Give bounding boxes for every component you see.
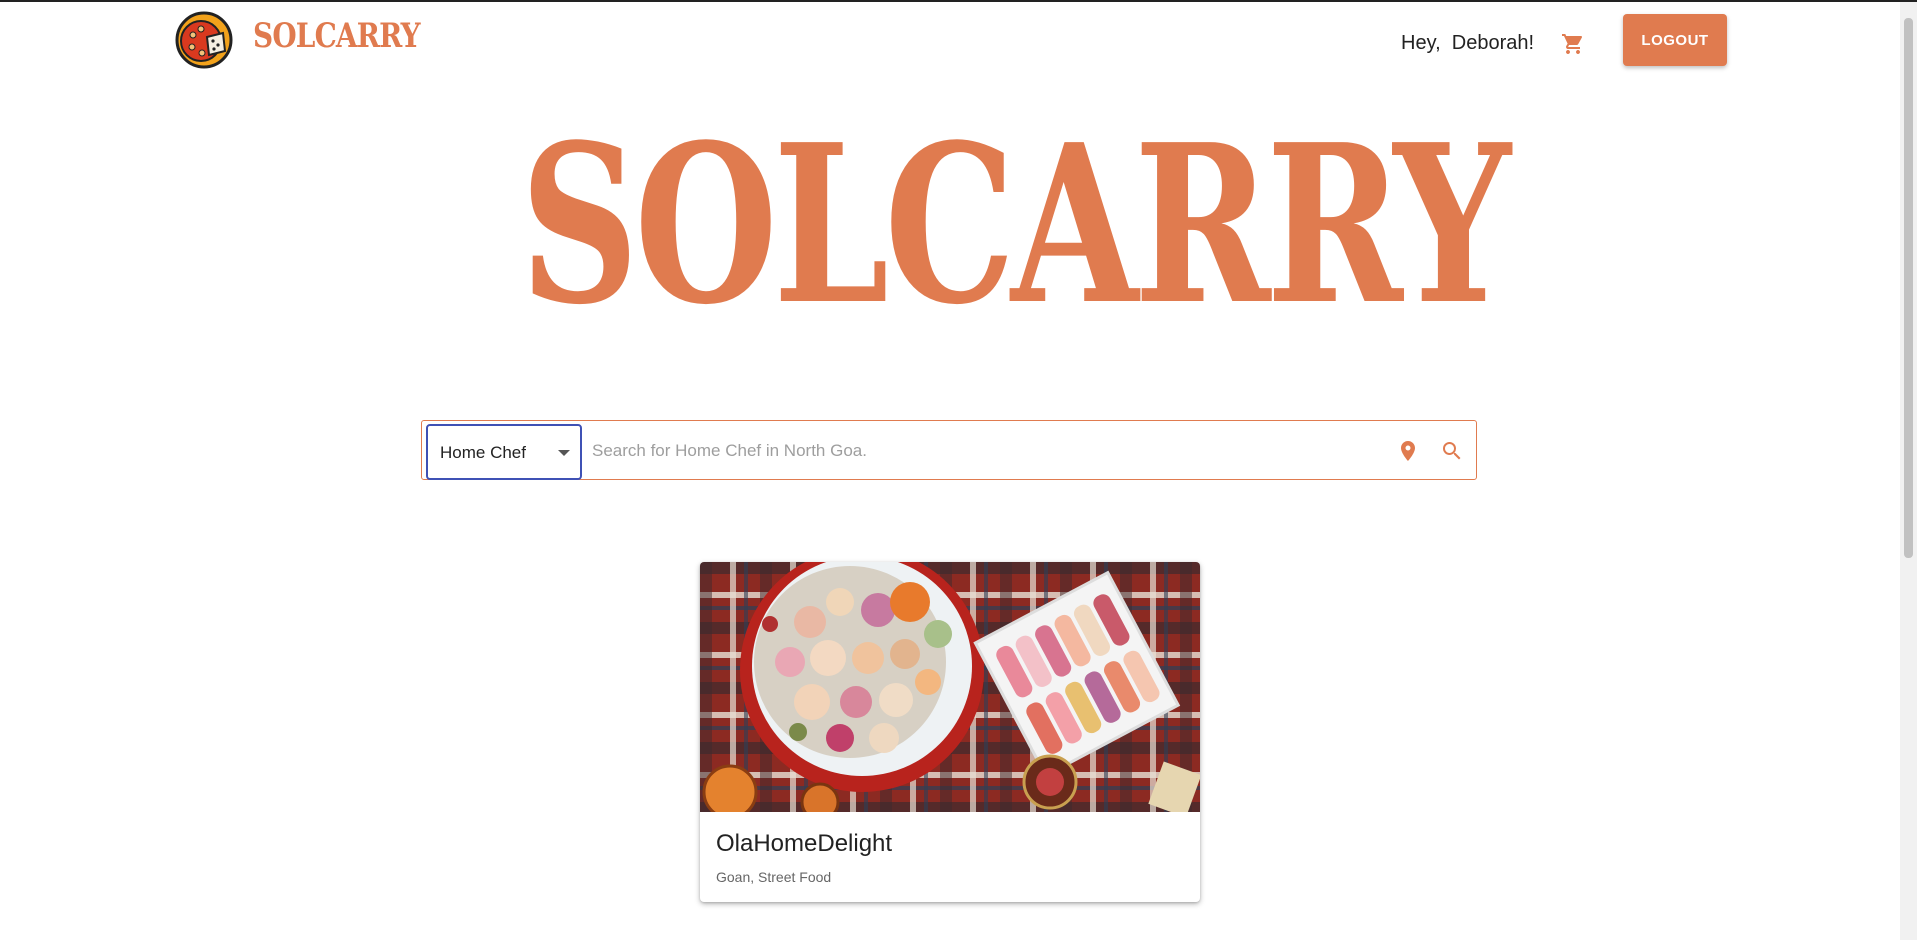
category-select-value: Home Chef xyxy=(440,443,526,462)
chevron-down-icon xyxy=(558,450,570,456)
hero-title: SOLCARRY xyxy=(520,97,1511,353)
logo-icon[interactable] xyxy=(175,11,233,69)
top-navbar: SOLCARRY Hey, Deborah! LOGOUT xyxy=(0,2,1900,82)
hero-banner: SOLCARRY xyxy=(520,97,1511,353)
category-select[interactable]: Home Chef xyxy=(426,424,582,480)
home-chef-card[interactable]: OlaHomeDelight Goan, Street Food xyxy=(700,562,1200,902)
page-scrollbar[interactable] xyxy=(1900,2,1917,940)
location-pin-icon[interactable] xyxy=(1396,439,1420,463)
brand-logo-text[interactable]: SOLCARRY xyxy=(253,16,420,56)
scrollbar-thumb[interactable] xyxy=(1904,18,1913,558)
search-icon[interactable] xyxy=(1440,439,1464,463)
card-cuisines: Goan, Street Food xyxy=(716,869,832,885)
search-input[interactable] xyxy=(590,431,1384,471)
user-greeting: Hey, Deborah! xyxy=(1401,32,1535,54)
card-title: OlaHomeDelight xyxy=(716,830,893,857)
card-image xyxy=(700,562,1200,812)
cart-icon[interactable] xyxy=(1561,32,1585,56)
logout-button[interactable]: LOGOUT xyxy=(1623,14,1727,66)
search-bar: Home Chef xyxy=(421,420,1477,480)
